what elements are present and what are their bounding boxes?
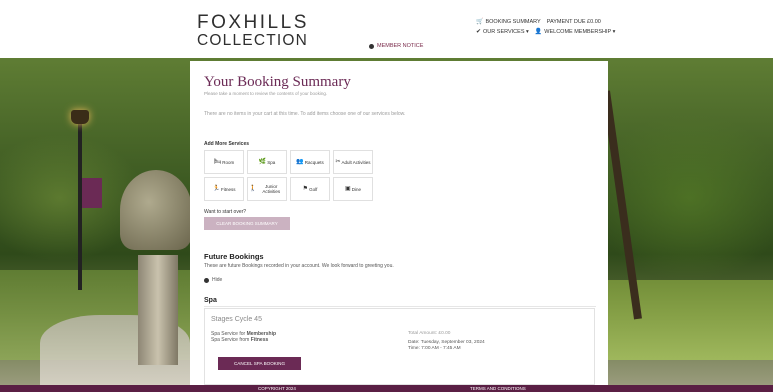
user-icon: 👤 [534, 29, 543, 35]
lamp-light [71, 110, 89, 124]
flag-icon: ⚑ [302, 185, 309, 192]
service-label: Fitness [220, 186, 236, 192]
bed-icon: 🛏 [213, 158, 222, 165]
logo-line-2: COLLECTION [197, 32, 309, 49]
runner-icon: 🏃 [212, 185, 220, 192]
welcome-label: WELCOME MEMBERSHIP ▾ [544, 29, 616, 35]
payment-due-link[interactable]: PAYMENT DUE £0.00 [547, 17, 601, 27]
page-title: Your Booking Summary [204, 74, 351, 90]
future-bookings-description: These are future Bookings recorded in yo… [204, 263, 394, 269]
service-label: Golf [309, 186, 318, 192]
section-divider [204, 306, 596, 307]
member-notice-link[interactable]: MEMBER NOTICE [369, 43, 423, 49]
copyright-text: COPYRIGHT 2024 [258, 386, 296, 391]
service-from-line: Spa Service from Fitness [211, 337, 268, 343]
site-header: FOXHILLS COLLECTION MEMBER NOTICE 🛒 BOOK… [0, 0, 773, 58]
child-icon: 🚶 [249, 185, 257, 192]
future-bookings-title: Future Bookings [204, 252, 264, 261]
logo-line-1: FOXHILLS [197, 12, 309, 33]
service-room-button[interactable]: 🛏 Room [204, 150, 244, 174]
member-notice-label: MEMBER NOTICE [377, 43, 424, 49]
stone-urn [120, 170, 192, 250]
booking-summary-link[interactable]: 🛒 BOOKING SUMMARY [476, 17, 541, 27]
empty-cart-message: There are no items in your cart at this … [204, 111, 406, 117]
service-golf-button[interactable]: ⚑ Golf [290, 177, 330, 201]
service-label: Room [222, 159, 235, 165]
hide-label: Hide [212, 277, 223, 283]
total-amount: Total Amount: £0.00 [408, 331, 451, 336]
site-footer: COPYRIGHT 2024 TERMS AND CONDITIONS [0, 385, 773, 392]
service-dine-button[interactable]: ▣ Dine [333, 177, 373, 201]
add-services-label: Add More Services [204, 141, 250, 147]
foxhills-logo[interactable]: FOXHILLS COLLECTION [197, 13, 309, 49]
payment-due-label: PAYMENT DUE £0.00 [546, 19, 601, 25]
our-services-menu[interactable]: ✔ OUR SERVICES ▾ [476, 27, 529, 37]
booking-details: Total Amount: £0.00 Date: Tuesday, Septe… [408, 331, 485, 353]
stone-pillar [138, 255, 178, 365]
terms-link[interactable]: TERMS AND CONDITIONS [470, 386, 526, 391]
service-adult-activities-button[interactable]: ✂ Adult Activities [333, 150, 373, 174]
dine-icon: ▣ [345, 185, 351, 192]
service-label: Adult Activities [341, 159, 371, 165]
scissors-icon: ✂ [335, 158, 341, 165]
service-label: Dine [351, 186, 361, 192]
spa-booking-card: Stages Cycle 45 Spa Service for Membersh… [204, 308, 595, 385]
service-junior-activities-button[interactable]: 🚶 Junior Activities [247, 177, 287, 201]
our-services-label: OUR SERVICES ▾ [483, 29, 529, 35]
minus-circle-icon [204, 277, 209, 283]
booking-time: Time: 7:00 AM - 7:45 AM [408, 346, 461, 351]
clear-booking-summary-button[interactable]: CLEAR BOOKING SUMMARY [204, 217, 290, 230]
info-icon [369, 43, 374, 49]
service-racquets-button[interactable]: 👥 Racquets [290, 150, 330, 174]
spa-section-title: Spa [204, 297, 217, 304]
top-navigation: 🛒 BOOKING SUMMARY PAYMENT DUE £0.00 ✔ OU… [476, 17, 615, 37]
check-icon: ✔ [476, 29, 482, 35]
service-label: Spa [267, 159, 276, 165]
services-grid: 🛏 Room 🌿 Spa 👥 Racquets ✂ Adult Activiti… [204, 150, 373, 201]
booking-name: Stages Cycle 45 [211, 316, 262, 323]
service-label: Junior Activities [262, 184, 281, 194]
service-from-value: Fitness [250, 337, 269, 343]
booking-summary-panel: Your Booking Summary Please take a momen… [190, 61, 608, 385]
cart-icon: 🛒 [476, 19, 484, 25]
page-subtitle: Please take a moment to review the conte… [204, 91, 328, 96]
service-from-prefix: Spa Service from [211, 337, 251, 343]
hide-toggle[interactable]: Hide [204, 277, 222, 283]
welcome-menu[interactable]: 👤 WELCOME MEMBERSHIP ▾ [535, 27, 616, 37]
start-over-label: Want to start over? [204, 209, 247, 215]
service-label: Racquets [304, 159, 324, 165]
banner-flag [82, 178, 102, 208]
booking-summary-label: BOOKING SUMMARY [485, 19, 541, 25]
leaf-icon: 🌿 [258, 158, 267, 165]
users-icon: 👥 [296, 158, 304, 165]
service-spa-button[interactable]: 🌿 Spa [247, 150, 287, 174]
cancel-spa-booking-button[interactable]: CANCEL SPA BOOKING [218, 357, 301, 370]
service-fitness-button[interactable]: 🏃 Fitness [204, 177, 244, 201]
